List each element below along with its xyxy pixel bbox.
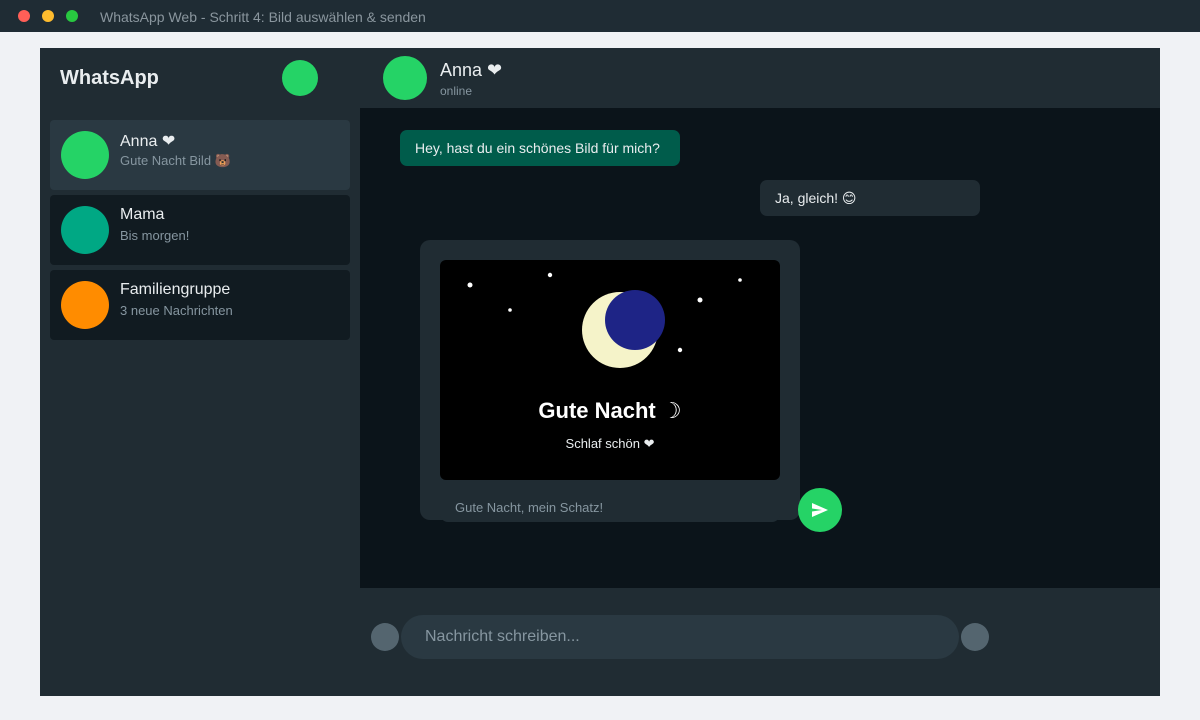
contact-status: online bbox=[440, 84, 473, 98]
sidebar-header: WhatsApp bbox=[40, 48, 360, 108]
message-list: Hey, hast du ein schönes Bild für mich? … bbox=[360, 108, 1160, 588]
profile-avatar[interactable] bbox=[282, 60, 318, 96]
contact-avatar[interactable] bbox=[383, 56, 427, 100]
chat-item-name: Mama bbox=[120, 206, 165, 223]
chat-item-preview: Bis morgen! bbox=[120, 228, 190, 243]
emoji-button[interactable] bbox=[371, 623, 399, 651]
sidebar: WhatsApp Anna ❤ Gute Nacht Bild 🐻 Mama B… bbox=[40, 48, 360, 696]
chat-item-familiengruppe[interactable]: Familiengruppe 3 neue Nachrichten bbox=[50, 270, 350, 340]
image-preview-card: Gute Nacht ☽ Schlaf schön ❤ bbox=[420, 240, 800, 522]
chat-item-preview: Gute Nacht Bild 🐻 bbox=[120, 153, 231, 168]
minimize-window-button[interactable] bbox=[42, 10, 54, 22]
image-title: Gute Nacht ☽ bbox=[538, 398, 682, 423]
moon-icon bbox=[582, 290, 665, 368]
send-button[interactable] bbox=[798, 488, 842, 532]
chat-header: Anna ❤ online bbox=[360, 48, 1160, 108]
chat-panel: Anna ❤ online Hey, hast du ein schönes B… bbox=[360, 48, 1160, 696]
attach-button[interactable] bbox=[961, 623, 989, 651]
message-input[interactable] bbox=[401, 615, 959, 659]
avatar bbox=[61, 281, 109, 329]
good-night-image: Gute Nacht ☽ Schlaf schön ❤ bbox=[440, 260, 780, 480]
title-bar: WhatsApp Web - Schritt 4: Bild auswählen… bbox=[0, 0, 1200, 32]
app-brand: WhatsApp bbox=[60, 67, 159, 89]
close-window-button[interactable] bbox=[18, 10, 30, 22]
send-icon bbox=[812, 503, 828, 517]
chat-item-preview: 3 neue Nachrichten bbox=[120, 303, 233, 318]
image-subtitle: Schlaf schön ❤ bbox=[565, 436, 655, 451]
avatar bbox=[61, 206, 109, 254]
chat-item-name: Anna ❤ bbox=[120, 133, 176, 150]
window-title: WhatsApp Web - Schritt 4: Bild auswählen… bbox=[100, 9, 426, 25]
contact-name: Anna ❤ bbox=[440, 60, 503, 80]
whatsapp-app: WhatsApp Anna ❤ Gute Nacht Bild 🐻 Mama B… bbox=[40, 48, 1160, 696]
chat-item-name: Familiengruppe bbox=[120, 281, 231, 298]
avatar bbox=[61, 131, 109, 179]
message-outgoing: Hey, hast du ein schönes Bild für mich? bbox=[400, 130, 680, 166]
chat-item-anna[interactable]: Anna ❤ Gute Nacht Bild 🐻 bbox=[50, 120, 350, 190]
composer-bar bbox=[360, 588, 1160, 696]
maximize-window-button[interactable] bbox=[66, 10, 78, 22]
chat-item-mama[interactable]: Mama Bis morgen! bbox=[50, 195, 350, 265]
caption-input[interactable] bbox=[440, 492, 780, 522]
message-incoming: Ja, gleich! 😊 bbox=[760, 180, 980, 216]
